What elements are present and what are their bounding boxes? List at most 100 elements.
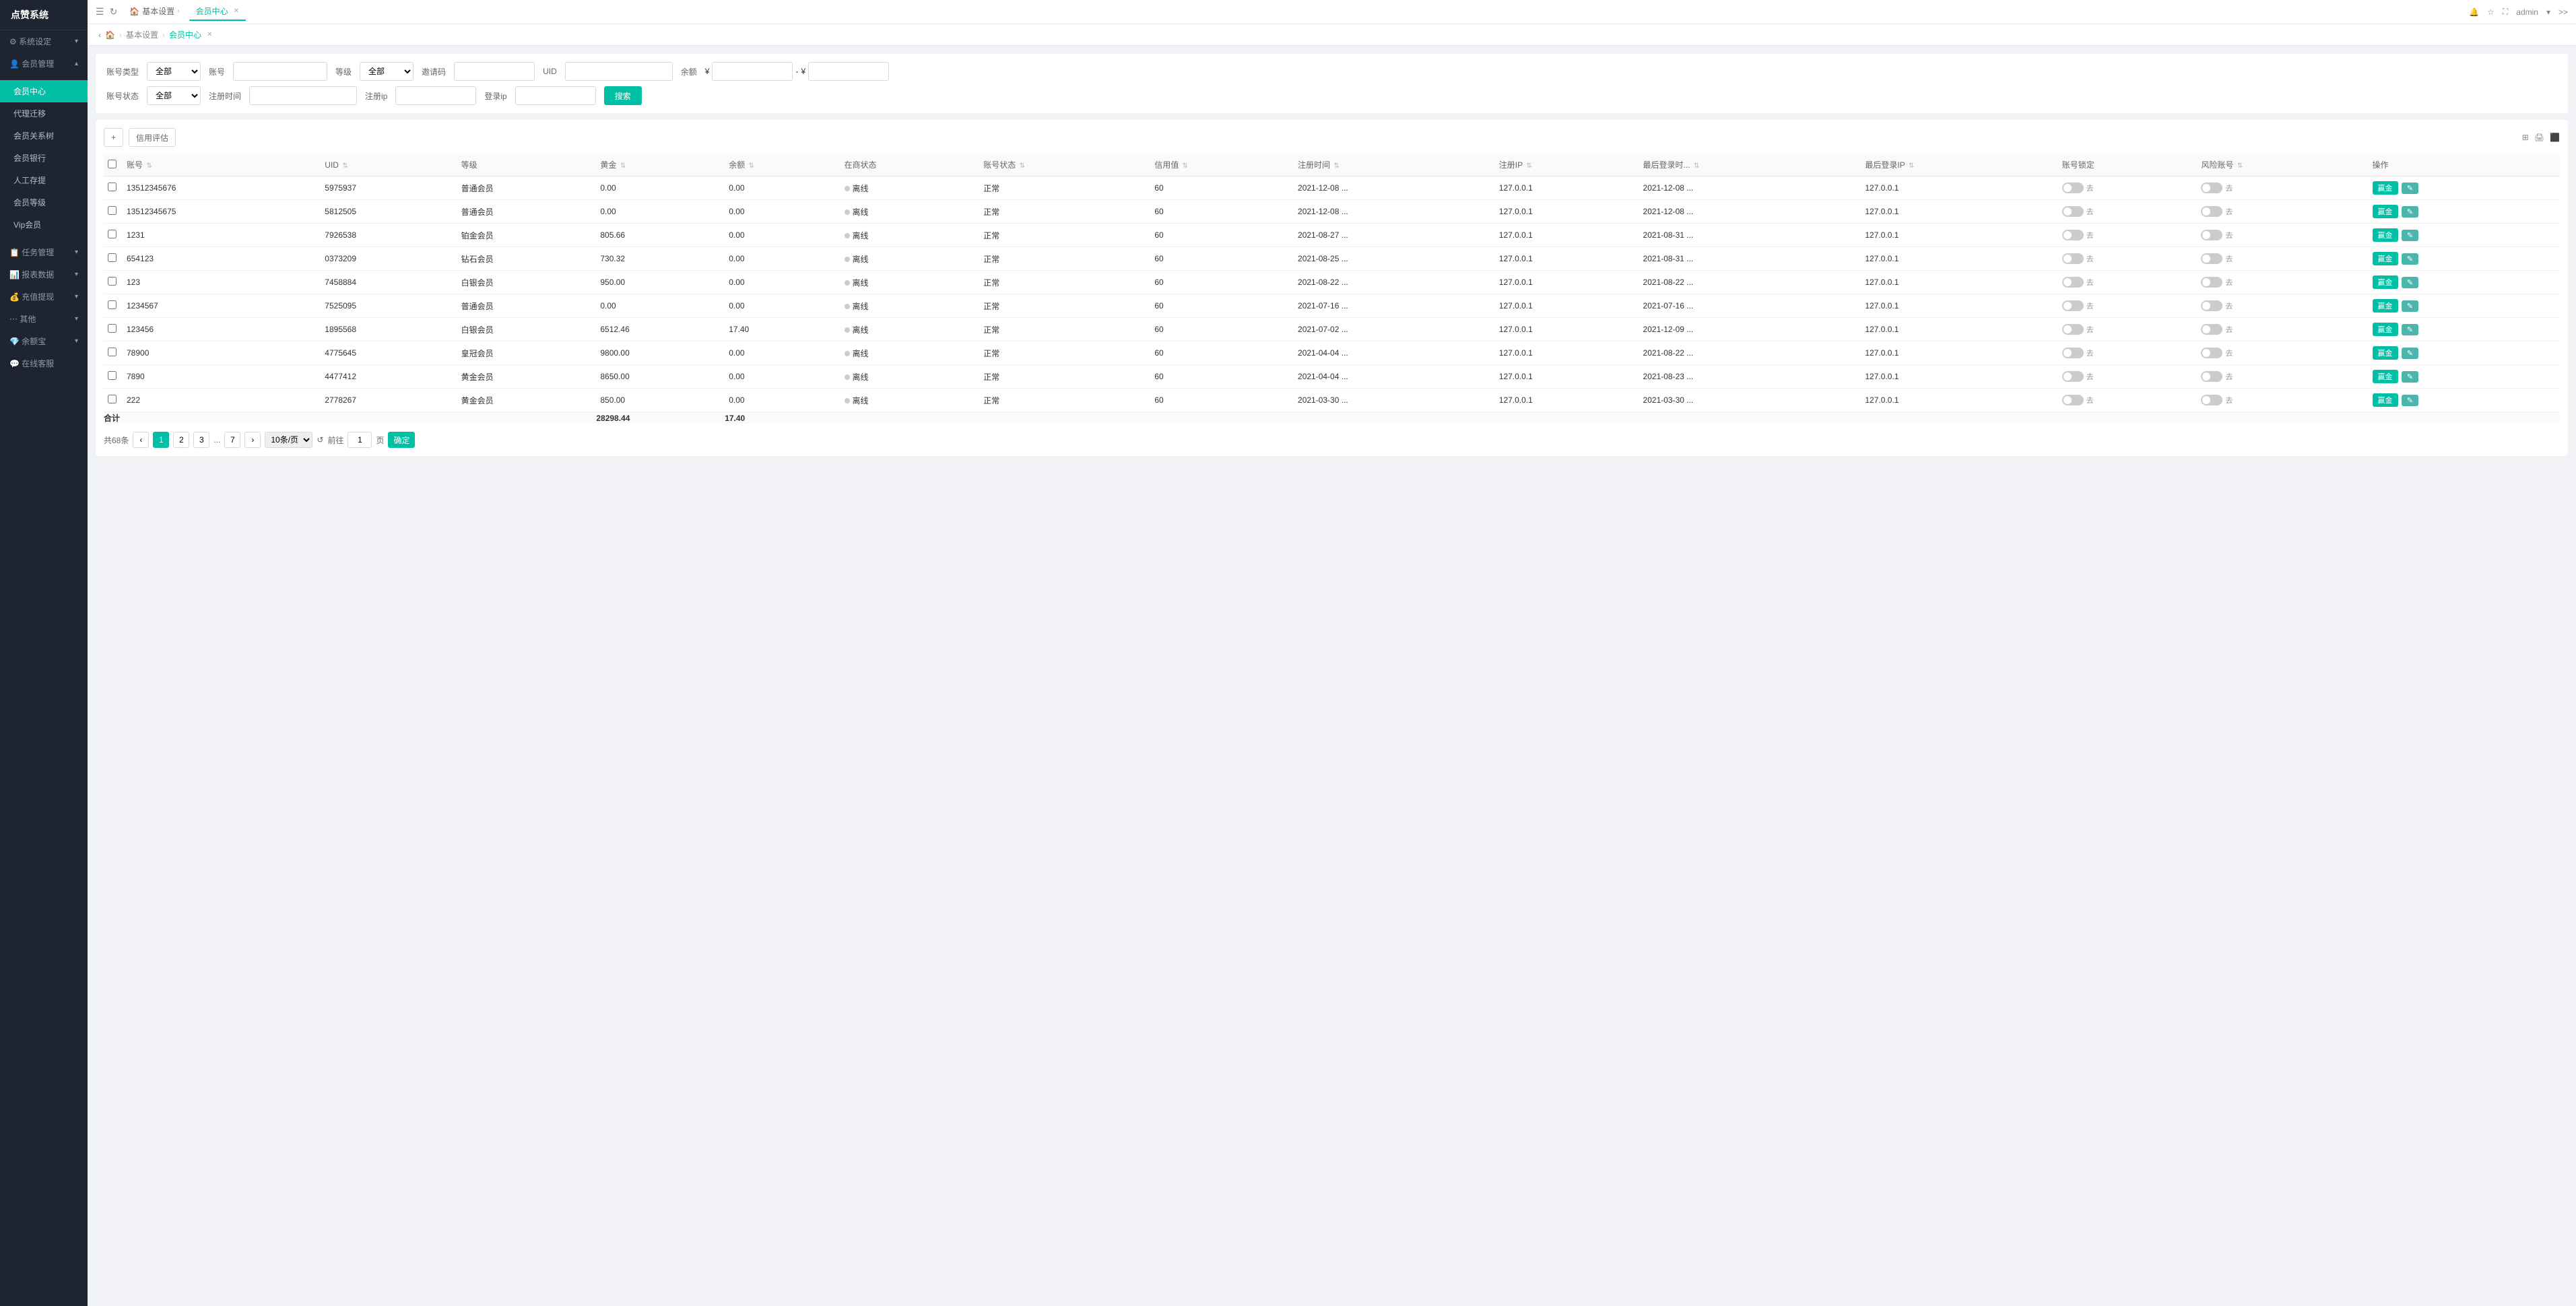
col-last-login-time[interactable]: 最后登录时... ⇅ [1639,154,1861,176]
register-ip-input[interactable] [395,86,476,105]
sidebar-group-report[interactable]: 📊 报表数据 ▾ [0,263,88,286]
col-register-ip[interactable]: 注册IP ⇅ [1495,154,1639,176]
page-btn-7[interactable]: 7 [224,432,240,448]
tab-basic-settings[interactable]: 🏠 基本设置 › [123,3,186,21]
col-gold[interactable]: 黄金 ⇅ [596,154,725,176]
column-settings-icon[interactable]: ⊞ [2522,133,2529,142]
breadcrumb-home-icon[interactable]: 🏠 [105,30,115,40]
action-gold-btn-3[interactable]: 赢金 [2373,252,2398,265]
sidebar-group-balance[interactable]: 💎 余额宝 ▾ [0,330,88,352]
sidebar-group-other[interactable]: ⋯ 其他 ▾ [0,308,88,330]
account-locked-toggle[interactable] [2062,206,2084,217]
risk-account-toggle[interactable] [2201,395,2222,405]
risk-account-toggle[interactable] [2201,300,2222,311]
action-edit-btn-0[interactable]: ✎ [2402,183,2418,194]
account-locked-toggle[interactable] [2062,253,2084,264]
page-next-btn[interactable]: › [244,432,261,448]
action-edit-btn-6[interactable]: ✎ [2402,324,2418,335]
row-checkbox-7[interactable] [108,348,117,356]
action-gold-btn-8[interactable]: 赢金 [2373,370,2398,383]
action-edit-btn-3[interactable]: ✎ [2402,253,2418,265]
credit-button[interactable]: 信用评估 [129,128,176,147]
fullscreen-icon[interactable]: ⛶ [2503,7,2508,17]
col-account[interactable]: 账号 ⇅ [123,154,321,176]
tab-member-center[interactable]: 会员中心 ✕ [189,3,246,21]
action-edit-btn-9[interactable]: ✎ [2402,395,2418,406]
col-risk-account[interactable]: 风险账号 ⇅ [2197,154,2368,176]
action-edit-btn-7[interactable]: ✎ [2402,348,2418,359]
risk-account-toggle[interactable] [2201,277,2222,288]
action-edit-btn-4[interactable]: ✎ [2402,277,2418,288]
export-icon[interactable]: ⬛ [2550,133,2560,142]
action-edit-btn-8[interactable]: ✎ [2402,371,2418,383]
row-checkbox-1[interactable] [108,206,117,215]
page-btn-2[interactable]: 2 [173,432,189,448]
risk-account-toggle[interactable] [2201,253,2222,264]
invite-code-input[interactable] [454,62,535,81]
risk-account-toggle[interactable] [2201,324,2222,335]
uid-input[interactable] [565,62,673,81]
row-checkbox-0[interactable] [108,183,117,191]
print-icon[interactable]: 🖨 [2534,133,2544,142]
row-checkbox-8[interactable] [108,371,117,380]
col-account-status[interactable]: 账号状态 ⇅ [979,154,1150,176]
action-edit-btn-2[interactable]: ✎ [2402,230,2418,241]
risk-account-toggle[interactable] [2201,348,2222,358]
col-last-login-ip[interactable]: 最后登录IP ⇅ [1861,154,2057,176]
balance-from-input[interactable] [712,62,793,81]
risk-account-toggle[interactable] [2201,230,2222,240]
action-gold-btn-5[interactable]: 赢金 [2373,299,2398,313]
select-all-checkbox[interactable] [108,160,117,168]
risk-account-toggle[interactable] [2201,371,2222,382]
risk-account-toggle[interactable] [2201,206,2222,217]
refresh-icon[interactable]: ↻ [110,6,118,18]
action-gold-btn-6[interactable]: 赢金 [2373,323,2398,336]
sidebar-group-recharge[interactable]: 💰 充值提现 ▾ [0,286,88,308]
sidebar-group-member[interactable]: 👤 会员管理 ▴ [0,53,88,75]
menu-icon[interactable]: ☰ [96,6,104,18]
level-select[interactable]: 全部 [360,62,414,81]
sidebar-item-agent-migration[interactable]: 代理迁移 [0,102,88,125]
row-checkbox-2[interactable] [108,230,117,238]
balance-to-input[interactable] [808,62,889,81]
sidebar-group-system[interactable]: ⚙ 系统设定 ▾ [0,30,88,53]
search-button[interactable]: 搜索 [604,86,642,105]
refresh-icon-pagination[interactable]: ↺ [317,435,323,445]
action-gold-btn-7[interactable]: 赢金 [2373,346,2398,360]
account-locked-toggle[interactable] [2062,371,2084,382]
page-prev-btn[interactable]: ‹ [133,432,149,448]
sidebar-item-manual-deposit[interactable]: 人工存提 [0,169,88,191]
account-locked-toggle[interactable] [2062,230,2084,240]
action-gold-btn-1[interactable]: 赢金 [2373,205,2398,218]
sidebar-item-member-level[interactable]: 会员等级 [0,191,88,214]
col-uid[interactable]: UID ⇅ [321,154,457,176]
breadcrumb-back-icon[interactable]: ‹ [98,30,101,40]
breadcrumb-item-basic[interactable]: 基本设置 [126,29,158,40]
goto-page-input[interactable] [348,432,372,448]
sidebar-item-member-center[interactable]: 会员中心 [0,80,88,102]
row-checkbox-5[interactable] [108,300,117,309]
account-status-select[interactable]: 全部 [147,86,201,105]
action-gold-btn-4[interactable]: 赢金 [2373,275,2398,289]
account-locked-toggle[interactable] [2062,300,2084,311]
risk-account-toggle[interactable] [2201,183,2222,193]
action-gold-btn-9[interactable]: 赢金 [2373,393,2398,407]
row-checkbox-9[interactable] [108,395,117,403]
admin-chevron-icon[interactable]: ▾ [2546,7,2550,17]
row-checkbox-4[interactable] [108,277,117,286]
sidebar-item-member-bank[interactable]: 会员银行 [0,147,88,169]
sidebar-group-service[interactable]: 💬 在线客服 [0,352,88,374]
action-gold-btn-0[interactable]: 赢金 [2373,181,2398,195]
star-icon[interactable]: ☆ [2487,7,2495,17]
breadcrumb-close-icon[interactable]: ✕ [207,31,212,38]
action-edit-btn-1[interactable]: ✎ [2402,206,2418,218]
tab-close-icon[interactable]: ✕ [234,7,239,15]
account-locked-toggle[interactable] [2062,324,2084,335]
login-ip-input[interactable] [515,86,596,105]
account-input[interactable] [233,62,327,81]
more-icon[interactable]: >> [2558,7,2568,17]
col-balance[interactable]: 余额 ⇅ [725,154,840,176]
col-credit[interactable]: 信用值 ⇅ [1150,154,1294,176]
register-time-input[interactable] [249,86,357,105]
action-gold-btn-2[interactable]: 赢金 [2373,228,2398,242]
